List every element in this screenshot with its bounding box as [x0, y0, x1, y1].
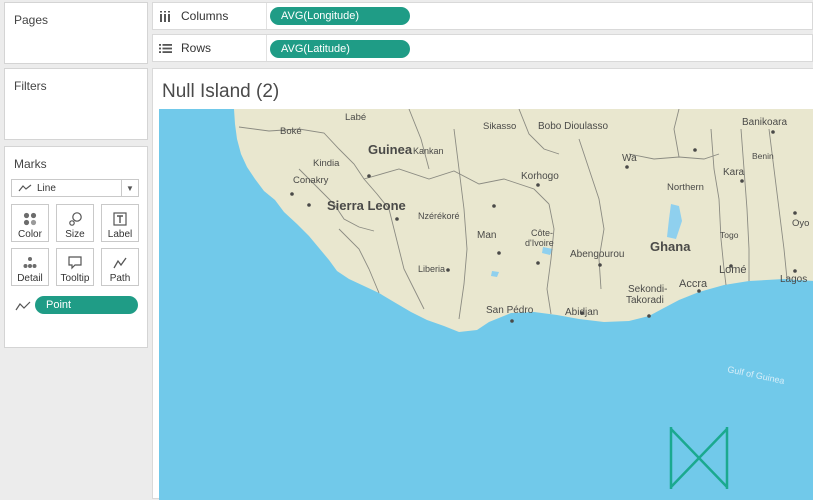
map-label-sekondi-line1: Sekondi-: [628, 284, 667, 295]
color-button[interactable]: Color: [11, 204, 49, 242]
color-button-label: Color: [18, 229, 42, 240]
map-label-liberia: Liberia: [418, 264, 445, 274]
viz-card: Null Island (2) Labé Boké Kindia Conakry…: [152, 68, 813, 500]
map-label-benin: Benin: [752, 151, 774, 161]
map-label-ghana: Ghana: [650, 239, 691, 254]
columns-label: Columns: [181, 9, 229, 23]
line-mark-icon: [18, 184, 32, 192]
tooltip-icon: [57, 249, 93, 271]
map-label-boke: Boké: [280, 126, 302, 137]
map-label-sikasso: Sikasso: [483, 121, 516, 132]
map-label-bobo: Bobo Dioulasso: [538, 121, 608, 132]
map-label-kankan: Kankan: [413, 146, 444, 156]
map-view[interactable]: Labé Boké Kindia Conakry Guinea Kankan S…: [159, 109, 813, 500]
chevron-down-icon[interactable]: ▼: [121, 180, 138, 196]
map-label-sekondi-line2: Takoradi: [626, 295, 664, 306]
map-label-guinea: Guinea: [368, 142, 413, 157]
tooltip-button[interactable]: Tooltip: [56, 248, 94, 286]
path-field-icon: [15, 299, 31, 317]
rows-label: Rows: [181, 41, 212, 55]
path-icon: [102, 249, 138, 271]
map-label-lagos: Lagos: [780, 274, 807, 285]
mark-type-dropdown[interactable]: Line ▼: [11, 179, 139, 197]
map-label-man: Man: [477, 230, 496, 241]
columns-pill[interactable]: AVG(Longitude): [270, 7, 410, 25]
map-label-cote-line1: Côte-: [531, 228, 553, 238]
map-label-banikoara: Banikoara: [742, 117, 787, 128]
map-label-cote-line2: d'Ivoire: [525, 238, 554, 248]
label-button-label: Label: [107, 229, 133, 240]
size-icon: [57, 205, 93, 227]
map-label-abidjan: Abidjan: [565, 307, 598, 318]
rows-shelf[interactable]: Rows AVG(Latitude): [152, 34, 813, 62]
label-button[interactable]: Label: [101, 204, 139, 242]
map-label-oyo: Oyo: [792, 218, 809, 229]
marks-card: Marks Line ▼ Color Size Label Detail Too…: [4, 146, 148, 348]
point-pill[interactable]: Point: [35, 296, 138, 314]
detail-button[interactable]: Detail: [11, 248, 49, 286]
detail-button-label: Detail: [17, 273, 43, 284]
map-label-san-pedro: San Pédro: [486, 305, 534, 316]
map-label-wa: Wa: [622, 153, 637, 164]
path-button-label: Path: [109, 273, 131, 284]
map-label-northern: Northern: [667, 182, 704, 193]
map-label-sierra-leone: Sierra Leone: [327, 198, 406, 213]
detail-icon: [12, 249, 48, 271]
color-dots-icon: [12, 205, 48, 227]
tooltip-button-label: Tooltip: [60, 273, 90, 284]
shelf-divider: [266, 35, 267, 61]
path-button[interactable]: Path: [101, 248, 139, 286]
viz-title: Null Island (2): [162, 81, 280, 102]
columns-shelf-label-group: Columns: [159, 3, 228, 29]
path-field-row: Point: [15, 296, 141, 314]
map-label-kara: Kara: [723, 167, 745, 178]
text-label-icon: [102, 205, 138, 227]
columns-shelf[interactable]: Columns AVG(Longitude): [152, 2, 813, 30]
filters-card[interactable]: Filters: [4, 68, 148, 140]
map-label-accra: Accra: [679, 278, 708, 290]
rows-shelf-label-group: Rows: [159, 35, 211, 61]
map-label-lome: Lomé: [719, 264, 747, 276]
map-label-sekondi: Sekondi-Takoradi: [626, 284, 667, 306]
pages-title: Pages: [14, 13, 49, 27]
pages-card[interactable]: Pages: [4, 2, 148, 64]
columns-icon: [159, 10, 173, 22]
marks-title: Marks: [14, 157, 47, 171]
map-label-togo: Togo: [720, 230, 739, 240]
map-label-nzerekore: Nzérékoré: [418, 211, 460, 221]
map-label-labe: Labé: [345, 112, 366, 123]
shelf-divider: [266, 3, 267, 29]
rows-pill[interactable]: AVG(Latitude): [270, 40, 410, 58]
filters-title: Filters: [14, 79, 47, 93]
map-label-kindia: Kindia: [313, 158, 340, 169]
size-button-label: Size: [65, 229, 85, 240]
rows-icon: [159, 43, 173, 54]
mark-type-label: Line: [37, 182, 56, 194]
map-label-conakry: Conakry: [293, 175, 329, 186]
map-label-abengourou: Abengourou: [570, 249, 625, 260]
map-label-korhogo: Korhogo: [521, 171, 559, 182]
size-button[interactable]: Size: [56, 204, 94, 242]
